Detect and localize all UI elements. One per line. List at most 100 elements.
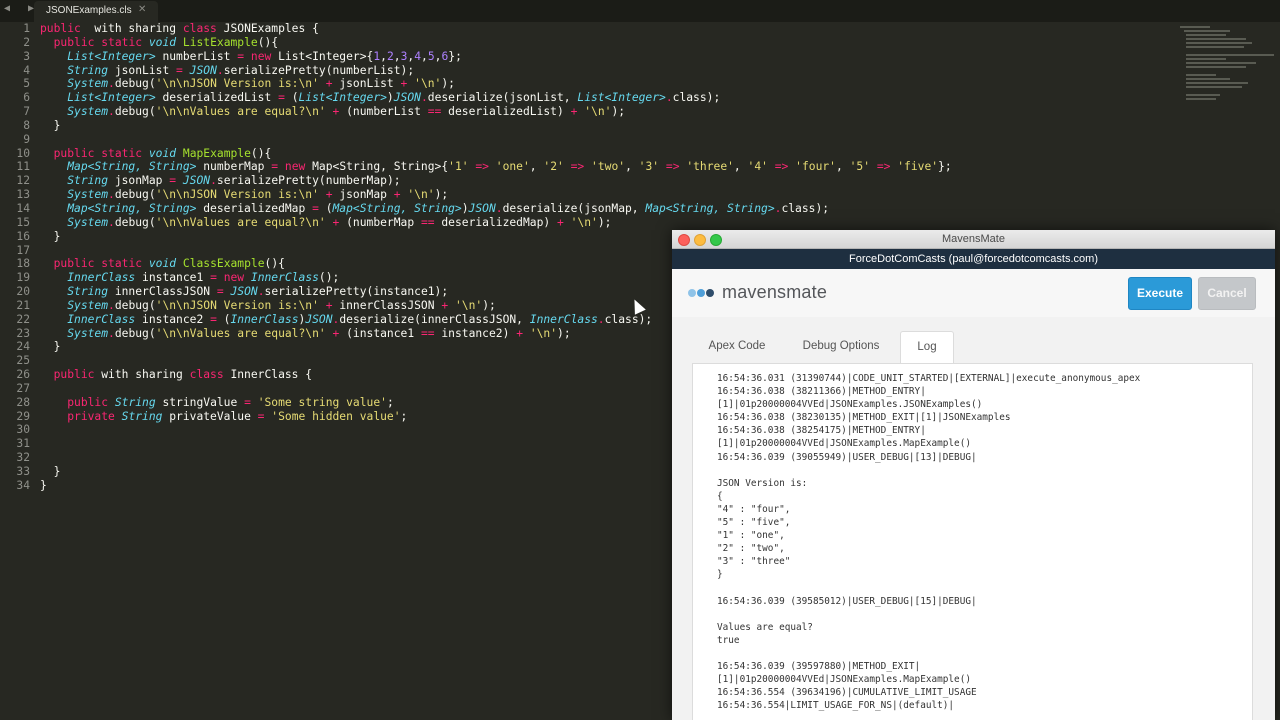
line-number: 24: [16, 340, 30, 354]
code-line[interactable]: System.debug('\n\nValues are equal?\n' +…: [40, 216, 952, 230]
code-line[interactable]: public static void ListExample(){: [40, 36, 952, 50]
line-number: 3: [23, 49, 30, 63]
window-titlebar[interactable]: MavensMate: [672, 230, 1275, 249]
execute-button[interactable]: Execute: [1128, 277, 1192, 310]
code-line[interactable]: public with sharing class JSONExamples {: [40, 22, 952, 36]
log-output-panel[interactable]: 16:54:36.031 (31390744)|CODE_UNIT_STARTE…: [692, 363, 1253, 720]
code-token: Map<String, String>: [645, 201, 775, 215]
line-number: 33: [16, 465, 30, 478]
code-token: private: [67, 409, 115, 423]
line-number: 22: [16, 312, 30, 326]
code-token: new: [284, 160, 306, 174]
code-token: ;: [386, 395, 394, 409]
tab-close-icon[interactable]: ✕: [138, 4, 146, 15]
logo-dot-icon: [706, 289, 714, 297]
code-token: 2: [386, 49, 394, 63]
code-line[interactable]: [40, 133, 952, 147]
code-token: }: [40, 118, 61, 132]
code-token: ,: [529, 160, 544, 174]
code-line[interactable]: System.debug('\n\nJSON Version is:\n' + …: [40, 188, 952, 202]
line-number: 15: [16, 215, 30, 229]
code-token: deserialize(jsonList,: [427, 91, 578, 105]
code-token: new: [223, 271, 245, 285]
code-token: .: [257, 285, 265, 299]
code-line[interactable]: public static void MapExample(){: [40, 147, 952, 161]
code-token: (numberMap: [339, 215, 421, 229]
code-token: 5: [427, 49, 435, 63]
code-token: deserialize(innerClassJSON,: [339, 312, 530, 326]
code-line[interactable]: List<Integer> deserializedList = (List<I…: [40, 91, 952, 105]
code-token: jsonList: [108, 63, 177, 77]
code-token: debug(: [114, 298, 156, 312]
code-line[interactable]: List<Integer> numberList = new List<Inte…: [40, 50, 952, 64]
code-token: public: [40, 22, 81, 35]
line-number: 26: [16, 368, 30, 382]
code-token: Map<String, String>: [332, 201, 462, 215]
code-token: .: [420, 91, 428, 105]
tab-debug-options[interactable]: Debug Options: [792, 331, 890, 362]
minimap[interactable]: [1176, 24, 1276, 104]
code-token: stringValue: [155, 395, 245, 409]
code-token: void: [148, 35, 177, 49]
tab-apex-code[interactable]: Apex Code: [692, 331, 782, 362]
code-token: JSON: [182, 174, 211, 188]
code-token: +: [325, 298, 333, 312]
code-token: debug(: [114, 105, 156, 119]
code-token: '\n\nJSON Version is:\n': [155, 298, 319, 312]
code-token: public: [53, 35, 95, 49]
code-token: '\n\nValues are equal?\n': [155, 105, 326, 119]
mavensmate-window: MavensMate ForceDotComCasts (paul@forced…: [672, 230, 1275, 720]
code-token: ==: [420, 215, 435, 229]
code-line[interactable]: String jsonList = JSON.serializePretty(n…: [40, 64, 952, 78]
code-token: ): [386, 91, 394, 105]
code-token: '\n\nJSON Version is:\n': [155, 77, 319, 91]
code-token: 'four': [795, 160, 836, 174]
code-token: public: [67, 395, 109, 409]
code-line[interactable]: System.debug('\n\nJSON Version is:\n' + …: [40, 77, 952, 91]
line-number: 18: [16, 257, 30, 271]
code-line[interactable]: }: [40, 119, 952, 133]
code-line[interactable]: System.debug('\n\nValues are equal?\n' +…: [40, 105, 952, 119]
code-token: ,: [393, 49, 401, 63]
code-token: '\n': [414, 77, 442, 91]
code-token: debug(: [114, 215, 156, 229]
code-line[interactable]: Map<String, String> deserializedMap = (M…: [40, 202, 952, 216]
code-token: =: [210, 271, 217, 285]
tab-jsonexamples[interactable]: JSONExamples.cls ✕: [34, 1, 158, 22]
code-token: =>: [570, 160, 585, 174]
line-number: 13: [16, 188, 30, 202]
tab-label: JSONExamples.cls: [46, 5, 132, 16]
code-token: JSON: [189, 63, 217, 77]
line-number: 20: [16, 285, 30, 299]
code-token: instance2: [135, 312, 211, 326]
code-token: +: [393, 188, 401, 202]
log-output-text: 16:54:36.031 (31390744)|CODE_UNIT_STARTE…: [717, 373, 1141, 712]
code-token: class: [182, 22, 217, 35]
code-token: serializePretty(numberMap);: [216, 174, 401, 188]
code-token: System: [67, 215, 109, 229]
code-token: class);: [781, 201, 830, 215]
code-token: InnerClass: [67, 271, 136, 285]
code-line[interactable]: Map<String, String> numberMap = new Map<…: [40, 160, 951, 174]
line-number: 2: [23, 35, 30, 49]
code-token: deserializedList): [441, 105, 571, 119]
code-token: debug(: [114, 77, 156, 91]
code-token: serializePretty(instance1);: [264, 285, 449, 299]
tab-log[interactable]: Log: [900, 331, 954, 364]
code-line[interactable]: String jsonMap = JSON.serializePretty(nu…: [40, 174, 952, 188]
logo-text: mavensmate: [722, 282, 828, 302]
code-token: static: [101, 35, 143, 49]
cancel-button[interactable]: Cancel: [1198, 277, 1256, 310]
code-token: =: [210, 312, 217, 326]
